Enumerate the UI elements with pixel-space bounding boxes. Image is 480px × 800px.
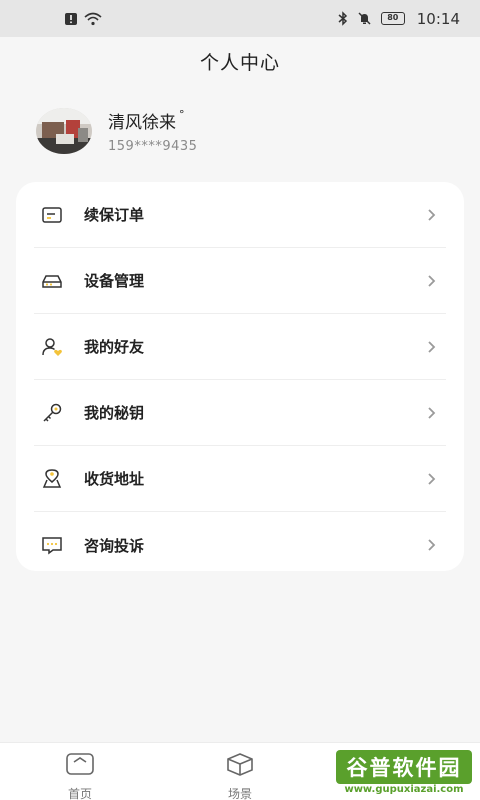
- status-time: 10:14: [416, 9, 460, 28]
- chevron-right-icon: [422, 469, 442, 489]
- tab-home[interactable]: 首页: [35, 743, 125, 800]
- status-right: 80 10:14: [338, 10, 460, 28]
- status-bar: 80 10:14: [0, 0, 480, 37]
- tab-label: 首页: [67, 787, 92, 800]
- tab-scene[interactable]: 场景: [195, 743, 285, 800]
- menu-item-device-management[interactable]: 设备管理: [34, 248, 446, 314]
- profile-section[interactable]: 清风徐来 ° 159****9435: [36, 108, 197, 154]
- menu-item-label: 收货地址: [84, 470, 145, 488]
- user-phone: 159****9435: [108, 138, 198, 154]
- user-name-text: 清风徐来: [108, 113, 176, 133]
- menu-item-label: 我的秘钥: [84, 404, 145, 422]
- status-left: [64, 12, 102, 26]
- avatar[interactable]: [36, 108, 92, 154]
- menu-item-renewal-orders[interactable]: 续保订单: [34, 182, 446, 248]
- device-icon: [40, 269, 64, 293]
- friends-icon: [40, 335, 64, 359]
- menu-item-label: 我的好友: [84, 338, 145, 356]
- chevron-right-icon: [422, 535, 442, 555]
- wifi-icon: [84, 12, 102, 26]
- chevron-right-icon: [422, 271, 442, 291]
- menu-item-my-keys[interactable]: 我的秘钥: [34, 380, 446, 446]
- alert-icon: [64, 12, 78, 26]
- chevron-right-icon: [422, 403, 442, 423]
- home-icon: [65, 752, 95, 780]
- menu-item-my-friends[interactable]: 我的好友: [34, 314, 446, 380]
- user-info: 清风徐来 ° 159****9435: [108, 108, 198, 154]
- message-icon: [40, 533, 64, 557]
- address-icon: [40, 467, 64, 491]
- page-title: 个人中心: [199, 52, 280, 74]
- menu-item-consult-complaint[interactable]: 咨询投诉: [34, 512, 446, 578]
- menu-item-shipping-address[interactable]: 收货地址: [34, 446, 446, 512]
- key-icon: [40, 401, 64, 425]
- chevron-right-icon: [422, 337, 442, 357]
- watermark-brand: 谷普软件园: [336, 750, 472, 784]
- menu-item-label: 续保订单: [84, 206, 145, 224]
- battery-icon: 80: [380, 12, 405, 25]
- menu-item-label: 设备管理: [84, 272, 145, 290]
- chevron-right-icon: [422, 205, 442, 225]
- user-name: 清风徐来 °: [108, 108, 197, 133]
- cube-icon: [225, 752, 255, 780]
- mute-icon: [357, 11, 372, 26]
- menu-card: 续保订单 设备管理 我的好友 我的秘钥 收货地址 咨询投诉: [16, 182, 464, 571]
- bluetooth-icon: [338, 11, 348, 26]
- tab-label: 场景: [227, 787, 252, 800]
- watermark-url: www.gupuxiazai.com: [344, 784, 464, 795]
- user-name-suffix: °: [179, 108, 185, 121]
- order-icon: [40, 203, 64, 227]
- watermark: 谷普软件园 www.gupuxiazai.com: [330, 746, 478, 798]
- menu-item-label: 咨询投诉: [84, 536, 145, 555]
